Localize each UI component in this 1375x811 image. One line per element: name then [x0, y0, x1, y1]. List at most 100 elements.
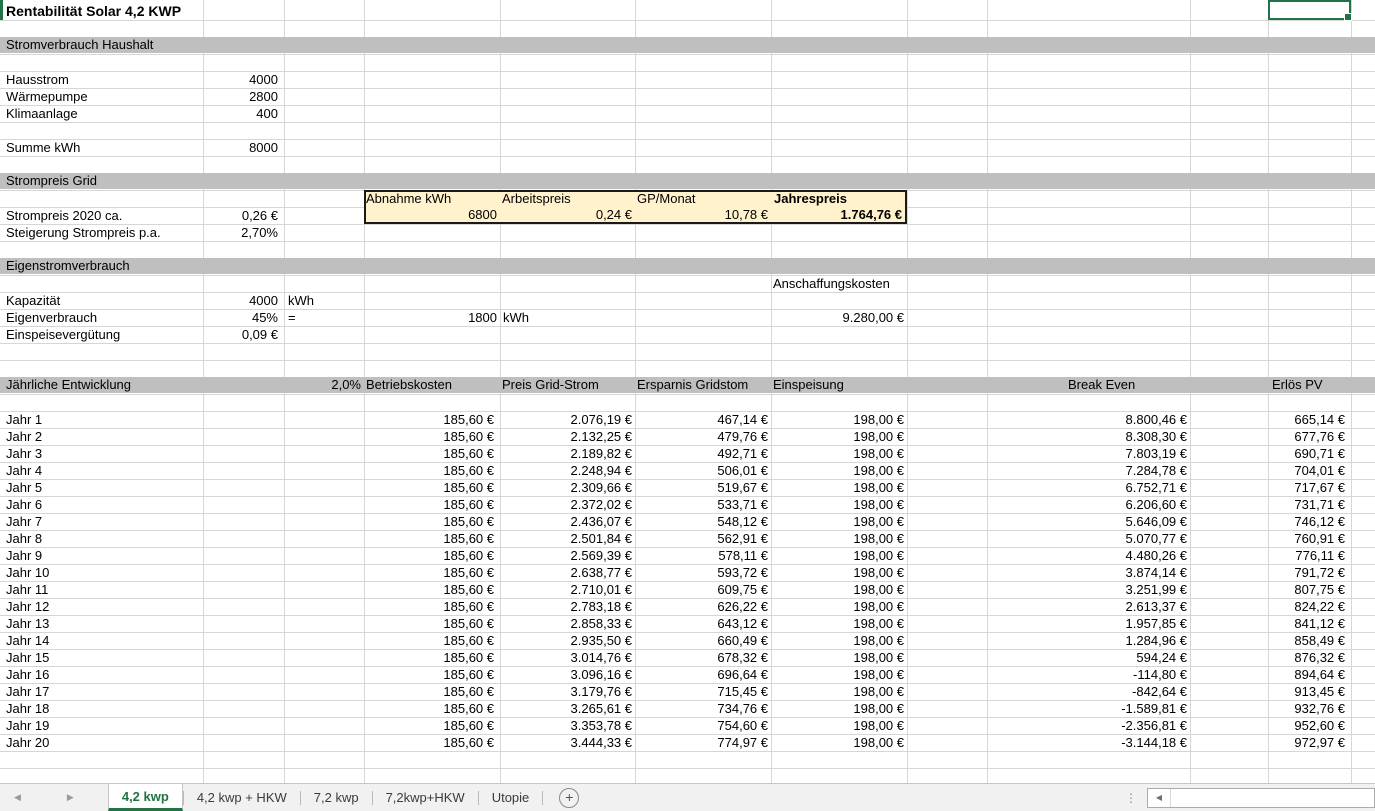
table-cell-preis-grid[interactable]: 2.076,19 € — [500, 411, 635, 428]
table-cell-erloes[interactable]: 746,12 € — [1268, 513, 1348, 530]
table-cell-ersparnis[interactable]: 609,75 € — [635, 581, 771, 598]
table-cell-ersparnis[interactable]: 548,12 € — [635, 513, 771, 530]
table-cell-ersparnis[interactable]: 479,76 € — [635, 428, 771, 445]
table-cell-ersparnis[interactable]: 506,01 € — [635, 462, 771, 479]
table-cell-jahr[interactable]: Jahr 15 — [3, 649, 193, 666]
table-cell-preis-grid[interactable]: 2.132,25 € — [500, 428, 635, 445]
table-cell-erloes[interactable]: 677,76 € — [1268, 428, 1348, 445]
table-cell-einspeisung[interactable]: 198,00 € — [771, 411, 907, 428]
sheet-tab-utopie[interactable]: Utopie — [479, 784, 543, 811]
table-cell-betriebskosten[interactable]: 185,60 € — [364, 445, 497, 462]
table-cell-break-even[interactable]: -2.356,81 € — [987, 717, 1190, 734]
label-cell[interactable]: Eigenverbrauch — [3, 309, 100, 326]
sheet-tab-7-2kwp-hkw[interactable]: 7,2kwp+HKW — [373, 784, 478, 811]
table-cell-erloes[interactable]: 690,71 € — [1268, 445, 1348, 462]
table-cell-ersparnis[interactable]: 626,22 € — [635, 598, 771, 615]
table-cell-erloes[interactable]: 731,71 € — [1268, 496, 1348, 513]
label-cell[interactable]: Steigerung Strompreis p.a. — [3, 224, 164, 241]
table-cell-betriebskosten[interactable]: 185,60 € — [364, 598, 497, 615]
add-sheet-icon[interactable]: + — [559, 788, 579, 808]
table-cell-preis-grid[interactable]: 2.309,66 € — [500, 479, 635, 496]
table-cell-jahr[interactable]: Jahr 9 — [3, 547, 193, 564]
kwh-unit-cell[interactable]: kWh — [500, 309, 532, 326]
table-cell-jahr[interactable]: Jahr 12 — [3, 598, 193, 615]
sum-label-cell[interactable]: Summe kWh — [3, 139, 83, 156]
table-cell-preis-grid[interactable]: 2.569,39 € — [500, 547, 635, 564]
table-cell-ersparnis[interactable]: 492,71 € — [635, 445, 771, 462]
table-cell-jahr[interactable]: Jahr 3 — [3, 445, 193, 462]
tab-nav-left-icon[interactable]: ◀ — [8, 792, 27, 803]
table-cell-preis-grid[interactable]: 3.353,78 € — [500, 717, 635, 734]
table-cell-preis-grid[interactable]: 3.179,76 € — [500, 683, 635, 700]
spreadsheet-grid[interactable]: Stromverbrauch Haushalt Strompreis Grid … — [0, 0, 1375, 783]
label-cell[interactable]: Hausstrom — [3, 71, 72, 88]
tariff-value-gp-monat[interactable]: 10,78 € — [635, 206, 771, 223]
table-cell-preis-grid[interactable]: 2.436,07 € — [500, 513, 635, 530]
table-cell-erloes[interactable]: 760,91 € — [1268, 530, 1348, 547]
table-cell-preis-grid[interactable]: 2.501,84 € — [500, 530, 635, 547]
tariff-value-jahrespreis[interactable]: 1.764,76 € — [771, 206, 905, 223]
table-cell-preis-grid[interactable]: 2.372,02 € — [500, 496, 635, 513]
table-cell-einspeisung[interactable]: 198,00 € — [771, 428, 907, 445]
table-cell-einspeisung[interactable]: 198,00 € — [771, 666, 907, 683]
table-cell-erloes[interactable]: 791,72 € — [1268, 564, 1348, 581]
label-cell[interactable]: Kapazität — [3, 292, 63, 309]
unit-cell[interactable]: kWh — [285, 292, 317, 309]
table-cell-break-even[interactable]: -1.589,81 € — [987, 700, 1190, 717]
acquisition-label-cell[interactable]: Anschaffungskosten — [770, 275, 893, 292]
table-cell-betriebskosten[interactable]: 185,60 € — [364, 734, 497, 751]
table-cell-preis-grid[interactable]: 2.189,82 € — [500, 445, 635, 462]
table-cell-einspeisung[interactable]: 198,00 € — [771, 547, 907, 564]
table-cell-betriebskosten[interactable]: 185,60 € — [364, 547, 497, 564]
table-cell-erloes[interactable]: 841,12 € — [1268, 615, 1348, 632]
table-cell-jahr[interactable]: Jahr 1 — [3, 411, 193, 428]
table-cell-jahr[interactable]: Jahr 16 — [3, 666, 193, 683]
table-cell-erloes[interactable]: 665,14 € — [1268, 411, 1348, 428]
table-cell-ersparnis[interactable]: 533,71 € — [635, 496, 771, 513]
table-cell-preis-grid[interactable]: 3.096,16 € — [500, 666, 635, 683]
table-cell-ersparnis[interactable]: 562,91 € — [635, 530, 771, 547]
value-cell[interactable]: 2,70% — [203, 224, 281, 241]
table-cell-break-even[interactable]: 4.480,26 € — [987, 547, 1190, 564]
table-cell-preis-grid[interactable]: 3.014,76 € — [500, 649, 635, 666]
table-cell-ersparnis[interactable]: 519,67 € — [635, 479, 771, 496]
table-cell-erloes[interactable]: 932,76 € — [1268, 700, 1348, 717]
table-cell-jahr[interactable]: Jahr 4 — [3, 462, 193, 479]
table-cell-ersparnis[interactable]: 578,11 € — [635, 547, 771, 564]
table-cell-jahr[interactable]: Jahr 18 — [3, 700, 193, 717]
table-cell-einspeisung[interactable]: 198,00 € — [771, 683, 907, 700]
table-cell-erloes[interactable]: 876,32 € — [1268, 649, 1348, 666]
value-cell[interactable]: 2800 — [203, 88, 281, 105]
table-cell-ersparnis[interactable]: 678,32 € — [635, 649, 771, 666]
label-cell[interactable]: Wärmepumpe — [3, 88, 91, 105]
table-cell-jahr[interactable]: Jahr 14 — [3, 632, 193, 649]
table-cell-jahr[interactable]: Jahr 8 — [3, 530, 193, 547]
table-cell-preis-grid[interactable]: 2.638,77 € — [500, 564, 635, 581]
table-cell-ersparnis[interactable]: 696,64 € — [635, 666, 771, 683]
table-cell-jahr[interactable]: Jahr 10 — [3, 564, 193, 581]
table-cell-ersparnis[interactable]: 734,76 € — [635, 700, 771, 717]
table-cell-betriebskosten[interactable]: 185,60 € — [364, 581, 497, 598]
table-cell-betriebskosten[interactable]: 185,60 € — [364, 649, 497, 666]
table-cell-einspeisung[interactable]: 198,00 € — [771, 462, 907, 479]
sheet-title-cell[interactable]: Rentabilität Solar 4,2 KWP — [6, 2, 181, 20]
selected-cell[interactable] — [1268, 0, 1351, 20]
table-cell-betriebskosten[interactable]: 185,60 € — [364, 479, 497, 496]
table-cell-einspeisung[interactable]: 198,00 € — [771, 717, 907, 734]
table-cell-preis-grid[interactable]: 3.444,33 € — [500, 734, 635, 751]
table-cell-erloes[interactable]: 717,67 € — [1268, 479, 1348, 496]
table-cell-break-even[interactable]: 3.874,14 € — [987, 564, 1190, 581]
horizontal-scrollbar[interactable]: ◀ — [1147, 788, 1375, 808]
kwh-value-cell[interactable]: 1800 — [364, 309, 500, 326]
section-band-development[interactable]: Jährliche Entwicklung 2,0% Betriebskoste… — [0, 377, 1375, 393]
table-cell-preis-grid[interactable]: 2.710,01 € — [500, 581, 635, 598]
acquisition-value-cell[interactable]: 9.280,00 € — [771, 309, 907, 326]
table-cell-betriebskosten[interactable]: 185,60 € — [364, 428, 497, 445]
label-cell[interactable]: Einspeisevergütung — [3, 326, 123, 343]
table-cell-break-even[interactable]: 8.308,30 € — [987, 428, 1190, 445]
sheet-tab-4-2-kwp[interactable]: 4,2 kwp — [108, 784, 183, 811]
value-cell[interactable]: 4000 — [203, 71, 281, 88]
table-cell-preis-grid[interactable]: 3.265,61 € — [500, 700, 635, 717]
scrollbar-thumb[interactable] — [1171, 789, 1374, 807]
tariff-value-arbeitspreis[interactable]: 0,24 € — [500, 206, 635, 223]
